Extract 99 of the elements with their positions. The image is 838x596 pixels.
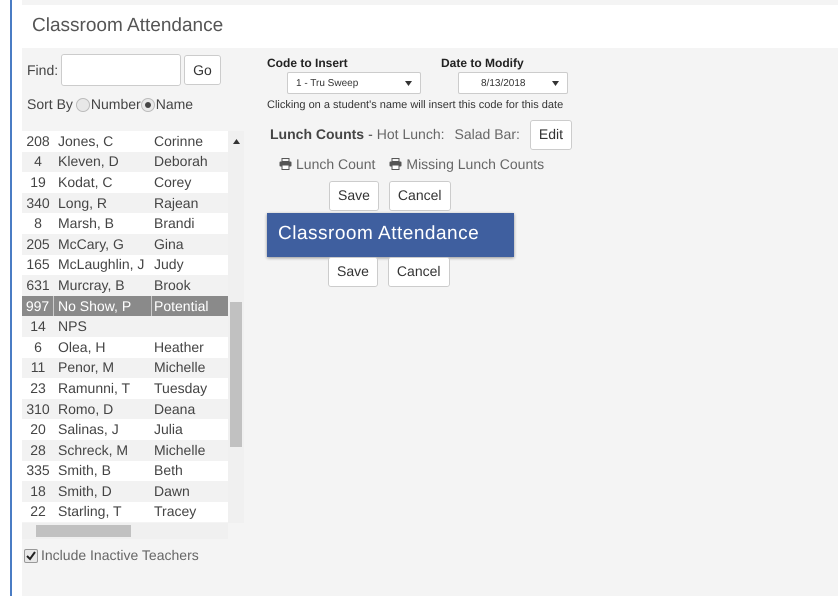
separator-text: - [368, 125, 373, 144]
student-number: 18 [29, 482, 47, 501]
dropdown-caret-icon [552, 80, 559, 86]
student-first-name: Brandi [153, 214, 194, 234]
student-number: 310 [25, 400, 51, 419]
student-name: Schreck, M [57, 440, 130, 460]
student-first-name: Dawn [153, 482, 190, 501]
student-number: 631 [25, 276, 51, 295]
student-number: 6 [33, 338, 43, 357]
student-name: Olea, H [57, 338, 106, 357]
student-name: Smith, D [57, 482, 113, 501]
instruction-text: Clicking on a student's name will insert this code for this date [267, 98, 564, 113]
radio-button[interactable] [76, 98, 90, 112]
student-row[interactable]: 165 McLaughlin, J Judy [22, 254, 228, 276]
student-number: 22 [29, 502, 47, 522]
radio-label: Name [156, 95, 194, 114]
salad-bar-label: Salad Bar: [454, 125, 520, 144]
student-name: Penor, M [57, 358, 116, 378]
student-number: 14 [29, 317, 47, 336]
dropdown-caret-icon [405, 80, 412, 86]
save-button[interactable]: Save [328, 256, 378, 286]
student-name: Long, R [57, 194, 108, 213]
student-first-name: Julia [153, 420, 183, 440]
save-button[interactable]: Save [329, 180, 379, 210]
student-number: 8 [33, 214, 43, 234]
cancel-button[interactable]: Cancel [388, 180, 451, 210]
student-first-name: Gina [153, 234, 184, 254]
student-first-name: Heather [153, 338, 204, 357]
student-name: Jones, C [57, 132, 114, 151]
student-number: 205 [25, 234, 51, 254]
student-first-name: Potential [153, 296, 208, 316]
student-number: 11 [30, 358, 46, 378]
print-link[interactable]: Lunch Count [279, 154, 376, 174]
student-first-name: Beth [153, 461, 183, 480]
student-name: McLaughlin, J [57, 255, 146, 274]
horizontal-scrollbar[interactable] [22, 523, 228, 539]
student-first-name: Tracey [153, 502, 196, 522]
student-first-name: Judy [153, 255, 184, 274]
student-first-name: Brook [153, 276, 191, 295]
date-label: Date to Modify [441, 55, 525, 72]
sort-label: Sort By [27, 95, 73, 114]
code-label: Code to Insert [267, 55, 349, 72]
student-row[interactable]: 335 Smith, B Beth [22, 460, 228, 482]
student-row[interactable]: 208 Jones, C Corinne [22, 131, 228, 152]
student-name: Kodat, C [57, 172, 114, 192]
radio-button[interactable] [140, 98, 155, 112]
student-name: Smith, B [57, 461, 112, 480]
student-first-name: Deborah [153, 152, 208, 172]
student-row[interactable]: 20 Salinas, J Julia [22, 419, 228, 440]
student-number: 28 [29, 440, 47, 460]
student-number: 4 [33, 152, 43, 172]
student-row[interactable]: 8 Marsh, B Brandi [22, 213, 228, 234]
student-row[interactable]: 22 Starling, T Tracey [22, 502, 228, 522]
student-first-name: Corinne [153, 132, 204, 151]
page-title: Classroom Attendance [32, 14, 224, 38]
scroll-up-icon[interactable] [232, 139, 240, 144]
student-name: Ramunni, T [57, 378, 132, 398]
student-number: 340 [25, 194, 51, 213]
student-name: Murcray, B [57, 276, 126, 295]
student-number: 208 [25, 132, 51, 151]
student-name: McCary, G [57, 234, 125, 254]
lunch-counts-label: Lunch Counts [270, 125, 364, 144]
student-first-name: Michelle [153, 358, 206, 378]
student-name: NPS [57, 317, 88, 336]
code-dropdown[interactable]: 1 - Tru Sweep [287, 72, 421, 94]
hot-lunch-label: Hot Lunch: [376, 125, 444, 144]
date-dropdown[interactable]: 8/13/2018 [458, 72, 568, 94]
printer-icon [279, 158, 292, 170]
student-first-name: Michelle [153, 440, 206, 460]
student-first-name: Corey [153, 172, 192, 192]
find-label: Find: [27, 60, 58, 80]
student-row[interactable]: 6 Olea, H Heather [22, 336, 228, 358]
student-number: 165 [25, 255, 51, 274]
checkbox-label: Include Inactive Teachers [41, 546, 199, 565]
student-row[interactable]: 19 Kodat, C Corey [22, 172, 228, 193]
student-number: 335 [25, 461, 51, 480]
go-button[interactable]: Go [184, 55, 221, 85]
student-name: Marsh, B [57, 214, 116, 234]
student-name: Starling, T [57, 502, 123, 522]
student-row[interactable]: 23 Ramunni, T Tuesday [22, 378, 228, 399]
student-first-name: Tuesday [153, 378, 208, 398]
student-number: 20 [29, 420, 47, 440]
radio-label: Number [90, 95, 141, 114]
student-first-name: Rajean [153, 194, 198, 213]
student-first-name: Deana [153, 400, 196, 419]
vertical-scrollbar[interactable] [228, 131, 244, 523]
attendance-banner: Classroom Attendance [267, 212, 514, 256]
checkbox[interactable] [24, 548, 38, 562]
student-name: Salinas, J [57, 420, 120, 440]
student-name: Kleven, D [57, 152, 120, 172]
edit-button[interactable]: Edit [530, 120, 572, 150]
cancel-button[interactable]: Cancel [388, 256, 450, 286]
find-field[interactable] [61, 54, 182, 86]
student-name: Romo, D [57, 400, 114, 419]
student-number: 23 [29, 378, 47, 398]
print-link[interactable]: Missing Lunch Counts [389, 154, 544, 174]
printer-icon [389, 158, 402, 170]
student-number: 19 [29, 172, 47, 192]
student-row[interactable]: 310 Romo, D Deana [22, 398, 228, 420]
